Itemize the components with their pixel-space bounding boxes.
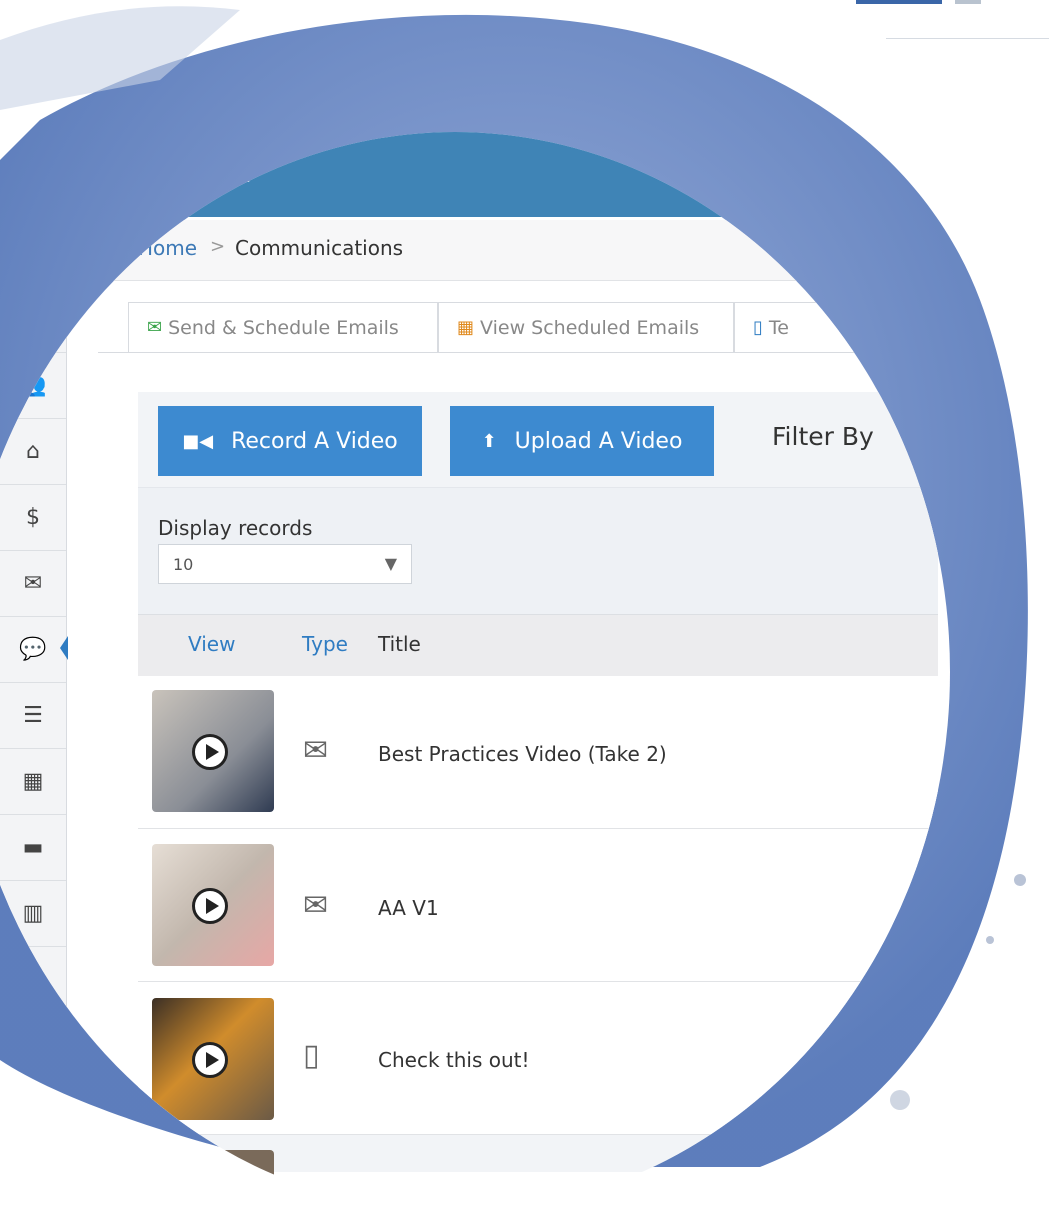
sidebar-item-settings[interactable]: ⚙ — [0, 946, 66, 1013]
sidebar-item-users[interactable]: 👥 — [0, 352, 66, 419]
display-records-select[interactable]: 10 ▼ — [158, 544, 412, 584]
sidebar-item-email[interactable]: ✉ — [0, 550, 66, 617]
app-logo: lDeskTM — [104, 132, 268, 194]
chat-icon: 💬 — [19, 636, 47, 662]
breadcrumb — [66, 220, 950, 281]
gear-icon: ⚙ — [23, 966, 43, 992]
mobile-icon: ▯ — [753, 317, 763, 338]
top-nav-active-indicator — [856, 0, 942, 4]
sidebar-item-billing[interactable]: $ — [0, 484, 66, 551]
email-type-icon: ✉ — [303, 888, 329, 923]
envelope-icon: ✉ — [147, 317, 163, 338]
mobile-type-icon: ▯ — [303, 1038, 320, 1073]
sidebar-item-dashboard[interactable]: ◕ — [0, 286, 66, 353]
sidebar-item-help[interactable]: ? — [0, 1012, 66, 1079]
sidebar-item-lists[interactable]: ☰ — [0, 682, 66, 749]
row-title[interactable]: AA V1 — [378, 896, 439, 920]
tab-text[interactable]: ▯ Te — [734, 302, 854, 352]
play-icon[interactable] — [192, 1042, 228, 1078]
filter-by-label: Filter By — [772, 422, 874, 451]
row-title[interactable]: Check this out! — [378, 1048, 530, 1072]
calendar-icon: ▦ — [457, 317, 475, 338]
home-icon: ⌂ — [26, 438, 40, 464]
breadcrumb-home-link[interactable]: Home — [138, 236, 197, 260]
column-header-type[interactable]: Type — [302, 632, 348, 656]
video-thumbnail[interactable] — [152, 690, 274, 812]
sidebar-item-calendar[interactable]: ▦ — [0, 748, 66, 815]
sidebar: ◕ 👥 ⌂ $ ✉ 💬 ☰ ▦ ▬ ▥ ⚙ ? — [0, 220, 68, 1120]
tab-send-schedule-emails[interactable]: ✉ Send & Schedule Emails — [128, 302, 438, 352]
home-icon[interactable]: ⌂ — [92, 234, 105, 258]
video-thumbnail[interactable] — [152, 1150, 274, 1212]
calendar-icon: ▦ — [22, 768, 44, 794]
tab-view-scheduled-emails[interactable]: ▦ View Scheduled Emails — [438, 302, 734, 352]
app-window: lDeskTM ◕ 👥 ⌂ $ ✉ 💬 ☰ ▦ ▬ ▥ ⚙ ? ⌂ Home >… — [0, 132, 950, 1212]
upload-video-button[interactable]: ⬆ Upload A Video — [450, 406, 714, 476]
column-header-title: Title — [378, 632, 421, 656]
bar-chart-icon: ▥ — [22, 900, 44, 926]
breadcrumb-separator: > — [210, 236, 226, 257]
upload-icon: ⬆ — [481, 430, 497, 452]
users-icon: 👥 — [19, 372, 47, 398]
dropdown-arrow-icon: ▼ — [384, 554, 397, 573]
folder-icon: ▬ — [22, 834, 44, 860]
envelope-icon: ✉ — [23, 570, 43, 596]
email-type-icon: ✉ — [303, 733, 329, 768]
breadcrumb-current: Communications — [235, 236, 404, 260]
play-icon[interactable] — [192, 734, 228, 770]
top-divider — [886, 38, 1049, 39]
video-camera-icon: ■◀ — [182, 430, 214, 452]
table-header — [138, 614, 938, 678]
brand-logo-icon — [14, 238, 48, 272]
sidebar-item-reports[interactable]: ▥ — [0, 880, 66, 947]
magnified-app-view: lDeskTM ◕ 👥 ⌂ $ ✉ 💬 ☰ ▦ ▬ ▥ ⚙ ? ⌂ Home >… — [0, 132, 950, 1212]
video-thumbnail[interactable] — [152, 844, 274, 966]
record-video-button[interactable]: ■◀ Record A Video — [158, 406, 422, 476]
help-icon: ? — [27, 1032, 39, 1058]
column-header-view[interactable]: View — [188, 632, 235, 656]
dashboard-icon: ◕ — [23, 306, 43, 332]
sidebar-item-home[interactable]: ⌂ — [0, 418, 66, 485]
top-nav-indicator — [955, 0, 981, 4]
dollar-icon: $ — [26, 504, 40, 530]
sidebar-item-communications[interactable]: 💬 — [0, 616, 68, 683]
play-icon[interactable] — [192, 888, 228, 924]
list-icon: ☰ — [23, 702, 43, 728]
row-title[interactable]: Best Practices Video (Take 2) — [378, 742, 667, 766]
tabs-divider — [98, 352, 898, 353]
sidebar-item-files[interactable]: ▬ — [0, 814, 66, 881]
display-records-label: Display records — [158, 516, 313, 540]
video-thumbnail[interactable] — [152, 998, 274, 1120]
